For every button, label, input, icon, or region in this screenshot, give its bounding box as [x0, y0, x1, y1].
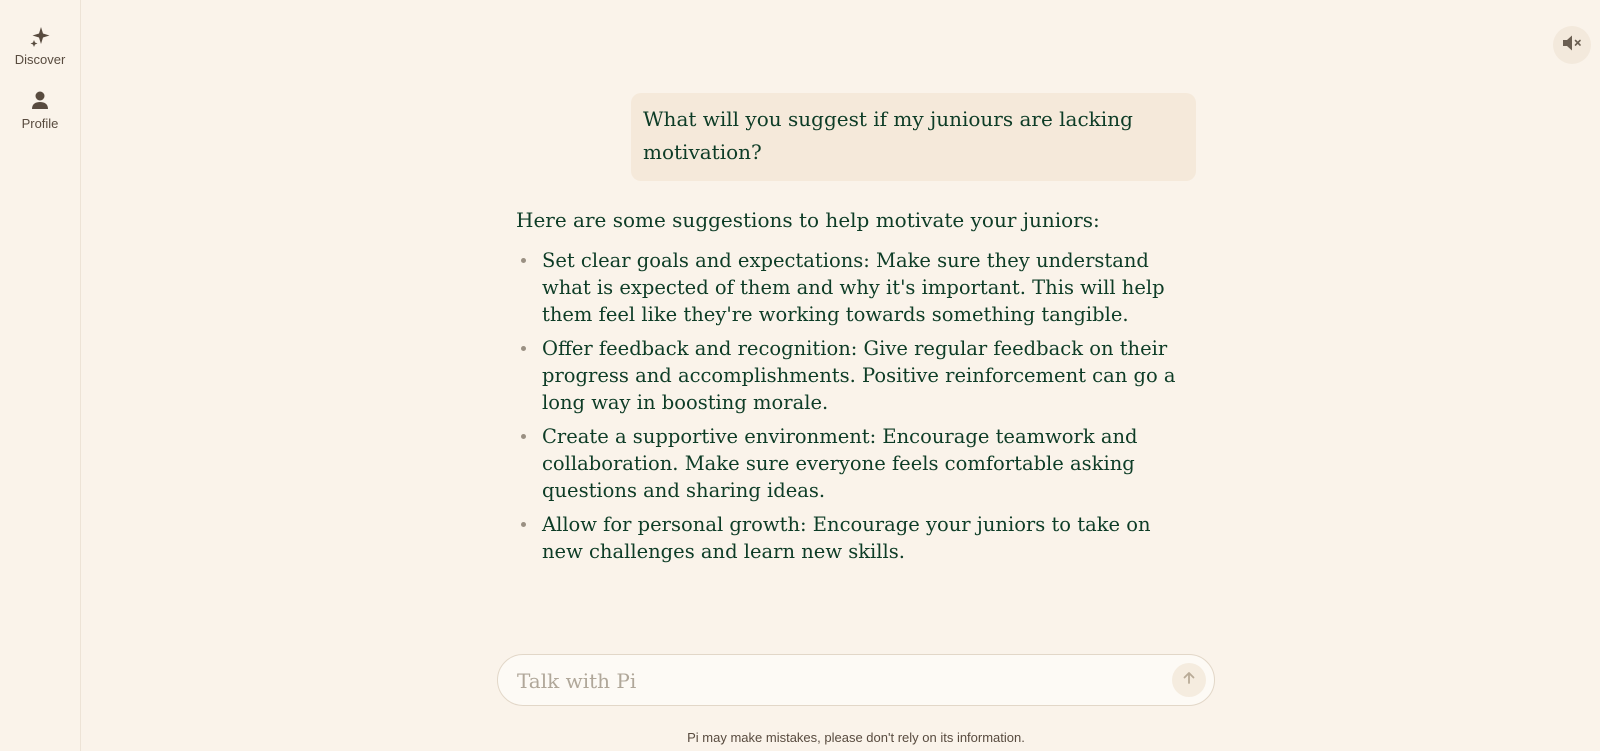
bullet-icon: [521, 522, 526, 527]
sidebar-item-label: Discover: [14, 52, 66, 67]
list-item: Offer feedback and recognition: Give reg…: [516, 335, 1196, 416]
bullet-icon: [521, 346, 526, 351]
suggestion-list: Set clear goals and expectations: Make s…: [516, 247, 1196, 565]
composer: [497, 654, 1215, 706]
sparkle-icon: [0, 24, 80, 48]
bullet-icon: [521, 258, 526, 263]
arrow-up-icon: [1181, 670, 1197, 691]
list-item-text: Create a supportive environment: Encoura…: [542, 425, 1138, 502]
sidebar: Discover Profile: [0, 0, 81, 751]
user-message: What will you suggest if my juniours are…: [631, 93, 1196, 181]
list-item: Create a supportive environment: Encoura…: [516, 423, 1196, 504]
assistant-intro: Here are some suggestions to help motiva…: [516, 208, 1100, 232]
bullet-icon: [521, 434, 526, 439]
disclaimer: Pi may make mistakes, please don't rely …: [687, 730, 1025, 745]
user-message-text: What will you suggest if my juniours are…: [643, 107, 1133, 164]
assistant-message: Here are some suggestions to help motiva…: [516, 204, 1196, 572]
person-icon: [0, 88, 80, 112]
list-item-text: Offer feedback and recognition: Give reg…: [542, 337, 1176, 414]
sidebar-item-discover[interactable]: Discover: [0, 24, 80, 67]
send-button[interactable]: [1172, 663, 1206, 697]
sidebar-item-label: Profile: [21, 116, 59, 131]
list-item-text: Set clear goals and expectations: Make s…: [542, 249, 1165, 326]
list-item-text: Allow for personal growth: Encourage you…: [542, 513, 1151, 563]
list-item: Set clear goals and expectations: Make s…: [516, 247, 1196, 328]
speaker-muted-icon: [1561, 32, 1583, 59]
mute-button[interactable]: [1553, 26, 1591, 64]
list-item: Allow for personal growth: Encourage you…: [516, 511, 1196, 565]
sidebar-item-profile[interactable]: Profile: [0, 88, 80, 131]
message-input[interactable]: [515, 665, 1139, 697]
